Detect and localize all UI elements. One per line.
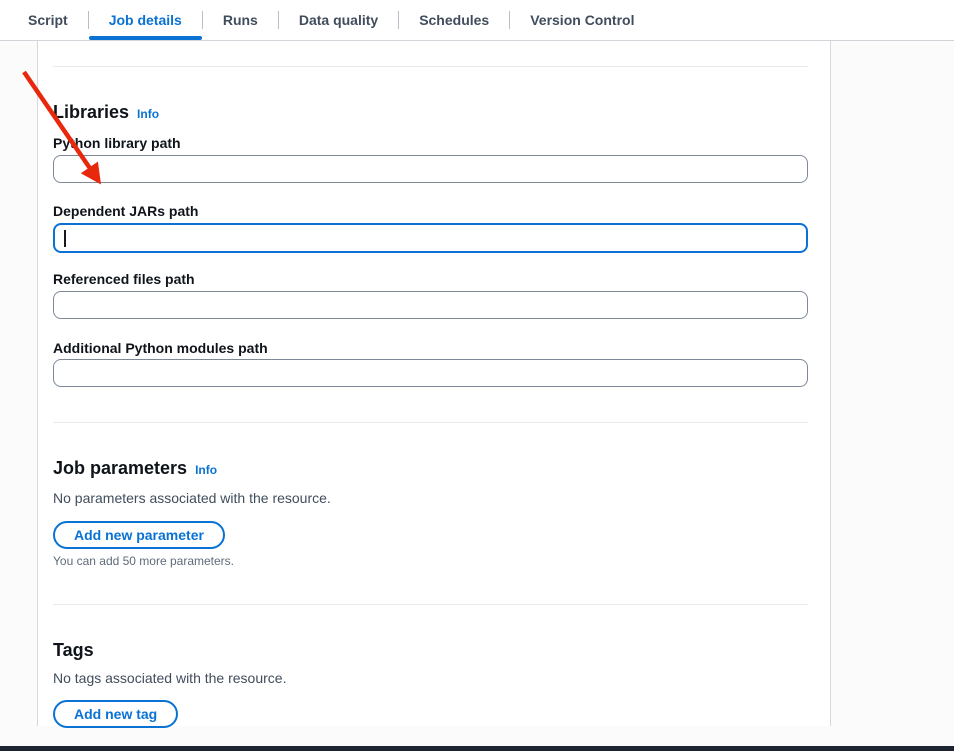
libraries-info-link[interactable]: Info xyxy=(137,103,159,125)
libraries-title: Libraries xyxy=(53,101,129,123)
tags-empty-text: No tags associated with the resource. xyxy=(53,668,808,688)
job-tab-bar: Script Job details Runs Data quality Sch… xyxy=(0,0,954,41)
additional-python-modules-path-label: Additional Python modules path xyxy=(53,339,808,357)
job-details-panel: Libraries Info Python library path Depen… xyxy=(37,41,831,726)
section-divider xyxy=(53,422,808,423)
dependent-jars-path-wrap xyxy=(53,223,808,253)
job-parameters-title: Job parameters xyxy=(53,457,187,479)
additional-python-modules-path-wrap xyxy=(53,359,808,387)
job-parameters-heading: Job parameters Info xyxy=(53,457,808,481)
tab-data-quality[interactable]: Data quality xyxy=(279,0,398,40)
tab-script[interactable]: Script xyxy=(8,0,88,40)
tab-schedules[interactable]: Schedules xyxy=(399,0,509,40)
window-bottom-bar xyxy=(0,746,954,751)
tab-version-control[interactable]: Version Control xyxy=(510,0,654,40)
add-new-tag-button[interactable]: Add new tag xyxy=(53,700,178,728)
job-parameters-hint-text: You can add 50 more parameters. xyxy=(53,553,808,569)
add-new-parameter-button[interactable]: Add new parameter xyxy=(53,521,225,549)
referenced-files-path-wrap xyxy=(53,291,808,319)
text-cursor xyxy=(64,230,66,247)
python-library-path-label: Python library path xyxy=(53,134,808,152)
python-library-path-input[interactable] xyxy=(53,155,808,183)
job-details-page: Script Job details Runs Data quality Sch… xyxy=(0,0,954,753)
section-divider xyxy=(53,66,808,67)
job-parameters-info-link[interactable]: Info xyxy=(195,459,217,481)
referenced-files-path-input[interactable] xyxy=(53,291,808,319)
dependent-jars-path-label: Dependent JARs path xyxy=(53,202,808,220)
tags-title: Tags xyxy=(53,639,94,661)
dependent-jars-path-input[interactable] xyxy=(53,223,808,253)
job-parameters-empty-text: No parameters associated with the resour… xyxy=(53,488,808,508)
tab-job-details[interactable]: Job details xyxy=(89,0,202,40)
referenced-files-path-label: Referenced files path xyxy=(53,270,808,288)
section-divider xyxy=(53,604,808,605)
additional-python-modules-path-input[interactable] xyxy=(53,359,808,387)
tab-runs[interactable]: Runs xyxy=(203,0,278,40)
tags-heading: Tags xyxy=(53,639,808,661)
python-library-path-wrap xyxy=(53,155,808,183)
libraries-heading: Libraries Info xyxy=(53,101,808,125)
